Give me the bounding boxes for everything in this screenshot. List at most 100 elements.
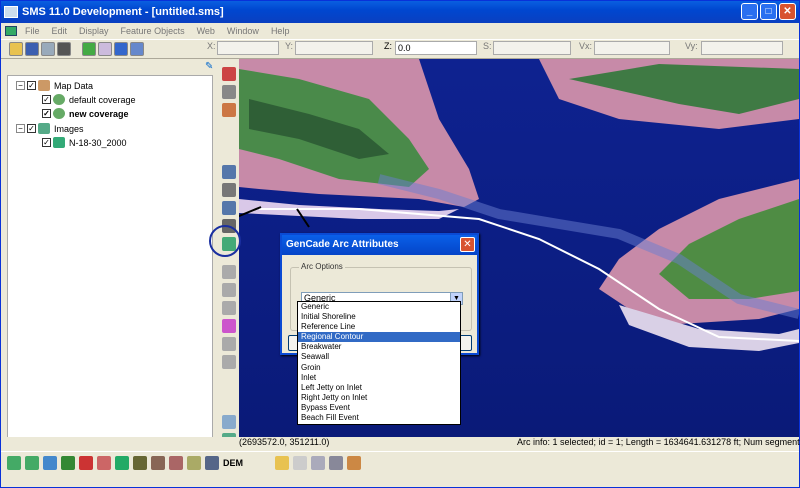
option-beach-fill-event[interactable]: Beach Fill Event xyxy=(298,413,460,423)
option-seawall[interactable]: Seawall xyxy=(298,352,460,362)
app-icon xyxy=(4,6,18,18)
image-icon xyxy=(53,137,65,148)
menu-web[interactable]: Web xyxy=(191,26,221,36)
vx-label: Vx: xyxy=(579,41,593,51)
gis-module-icon[interactable] xyxy=(169,455,183,470)
raster-icon[interactable] xyxy=(205,455,219,470)
option-bypass-event[interactable]: Bypass Event xyxy=(298,403,460,413)
polygon-tool-icon[interactable] xyxy=(222,319,236,333)
dem-button[interactable]: DEM xyxy=(223,458,243,468)
tree-node-new-coverage[interactable]: ✓ new coverage xyxy=(42,108,129,119)
s-field[interactable] xyxy=(493,41,571,55)
tool-icon[interactable] xyxy=(222,283,236,297)
help-icon[interactable] xyxy=(222,415,236,429)
select-points-icon[interactable] xyxy=(222,183,236,197)
menu-window[interactable]: Window xyxy=(221,26,265,36)
annotation-icon[interactable] xyxy=(187,455,201,470)
rotate-icon[interactable] xyxy=(114,42,128,56)
option-groin[interactable]: Groin xyxy=(298,363,460,373)
tree-node-images[interactable]: − ✓ Images xyxy=(16,123,84,134)
menu-display[interactable]: Display xyxy=(73,26,115,36)
tool-icon[interactable] xyxy=(222,337,236,351)
select-tool-icon[interactable] xyxy=(222,67,236,81)
stats-icon[interactable] xyxy=(347,455,361,470)
vx-field[interactable] xyxy=(594,41,670,55)
s-label: S: xyxy=(483,41,492,51)
arrow-icon[interactable] xyxy=(293,455,307,470)
tree-node-default-coverage[interactable]: ✓ default coverage xyxy=(42,94,136,105)
cartesian-grid-icon[interactable] xyxy=(61,455,75,470)
grid-module-icon[interactable] xyxy=(25,455,39,470)
scatter-module-icon[interactable] xyxy=(43,455,57,470)
print-icon[interactable] xyxy=(41,42,55,56)
checkbox[interactable]: ✓ xyxy=(27,124,36,133)
minimize-icon[interactable]: _ xyxy=(741,3,758,20)
title-bar: SMS 11.0 Development - [untitled.sms] _ … xyxy=(1,1,799,23)
tool-highlight-circle xyxy=(209,225,241,257)
tool-icon[interactable] xyxy=(222,355,236,369)
close-icon[interactable]: ✕ xyxy=(779,3,796,20)
tool-icon[interactable] xyxy=(222,265,236,279)
maximize-icon[interactable]: □ xyxy=(760,3,777,20)
globe-icon[interactable] xyxy=(115,455,129,470)
arc-info: Arc info: 1 selected; id = 1; Length = 1… xyxy=(517,437,800,447)
z-field[interactable]: 0.0 xyxy=(395,41,477,55)
x-label: X: xyxy=(207,41,216,51)
checkbox[interactable]: ✓ xyxy=(42,95,51,104)
particle-icon[interactable] xyxy=(133,455,147,470)
option-left-jetty-on-inlet[interactable]: Left Jetty on Inlet xyxy=(298,383,460,393)
menu-bar: File Edit Display Feature Objects Web Wi… xyxy=(1,23,799,39)
tree-node-image-item[interactable]: ✓ N-18-30_2000 xyxy=(42,137,127,148)
tree-label: N-18-30_2000 xyxy=(69,137,127,148)
x-field[interactable] xyxy=(217,41,279,55)
dialog-title: GenCade Arc Attributes xyxy=(282,235,477,255)
option-inlet[interactable]: Inlet xyxy=(298,373,460,383)
chart-icon[interactable] xyxy=(151,455,165,470)
vy-field[interactable] xyxy=(701,41,783,55)
checkbox[interactable]: ✓ xyxy=(42,109,51,118)
menu-file[interactable]: File xyxy=(19,26,46,36)
checkbox[interactable]: ✓ xyxy=(27,81,36,90)
menu-edit[interactable]: Edit xyxy=(46,26,74,36)
menu-help[interactable]: Help xyxy=(265,26,296,36)
save-icon[interactable] xyxy=(25,42,39,56)
option-regional-contour[interactable]: Regional Contour xyxy=(298,332,460,343)
system-menu-icon[interactable] xyxy=(5,26,17,36)
properties-icon[interactable] xyxy=(311,455,325,470)
checkbox[interactable]: ✓ xyxy=(42,138,51,147)
tool-icon[interactable] xyxy=(222,301,236,315)
mesh-module-icon[interactable] xyxy=(7,455,21,470)
quadtree-icon[interactable] xyxy=(79,455,93,470)
frame-icon[interactable] xyxy=(98,42,112,56)
project-explorer: − ✓ Map Data ✓ default coverage ✓ new co… xyxy=(7,75,213,439)
tree-node-map-data[interactable]: − ✓ Map Data xyxy=(16,80,93,91)
option-generic[interactable]: Generic xyxy=(298,302,460,312)
images-folder-icon xyxy=(38,123,50,134)
option-breakwater[interactable]: Breakwater xyxy=(298,342,460,352)
axes-icon[interactable] xyxy=(130,42,144,56)
menu-feature-objects[interactable]: Feature Objects xyxy=(115,26,191,36)
option-right-jetty-on-inlet[interactable]: Right Jetty on Inlet xyxy=(298,393,460,403)
pan-tool-icon[interactable] xyxy=(222,103,236,117)
zoom-tool-icon[interactable] xyxy=(222,85,236,99)
create-arc-icon[interactable] xyxy=(222,165,236,179)
map-module-icon[interactable] xyxy=(97,455,111,470)
create-point-icon[interactable] xyxy=(222,201,236,215)
edit-icon[interactable] xyxy=(329,455,343,470)
map-data-icon xyxy=(38,80,50,91)
y-field[interactable] xyxy=(295,41,373,55)
collapse-icon[interactable]: − xyxy=(16,124,25,133)
refresh-icon[interactable] xyxy=(82,42,96,56)
pin-icon[interactable]: ✎ xyxy=(205,61,213,72)
tree-label: Images xyxy=(54,123,84,134)
option-reference-line[interactable]: Reference Line xyxy=(298,322,460,332)
status-bar: (2693572.0, 351211.0) Arc info: 1 select… xyxy=(1,437,800,449)
option-initial-shoreline[interactable]: Initial Shoreline xyxy=(298,312,460,322)
collapse-icon[interactable]: − xyxy=(16,81,25,90)
open-icon[interactable] xyxy=(9,42,23,56)
delete-icon[interactable] xyxy=(57,42,71,56)
tree-label: default coverage xyxy=(69,94,136,105)
dialog-close-icon[interactable]: ✕ xyxy=(460,237,475,252)
hand-icon[interactable] xyxy=(275,455,289,470)
cursor-coordinates: (2693572.0, 351211.0) xyxy=(239,437,330,447)
